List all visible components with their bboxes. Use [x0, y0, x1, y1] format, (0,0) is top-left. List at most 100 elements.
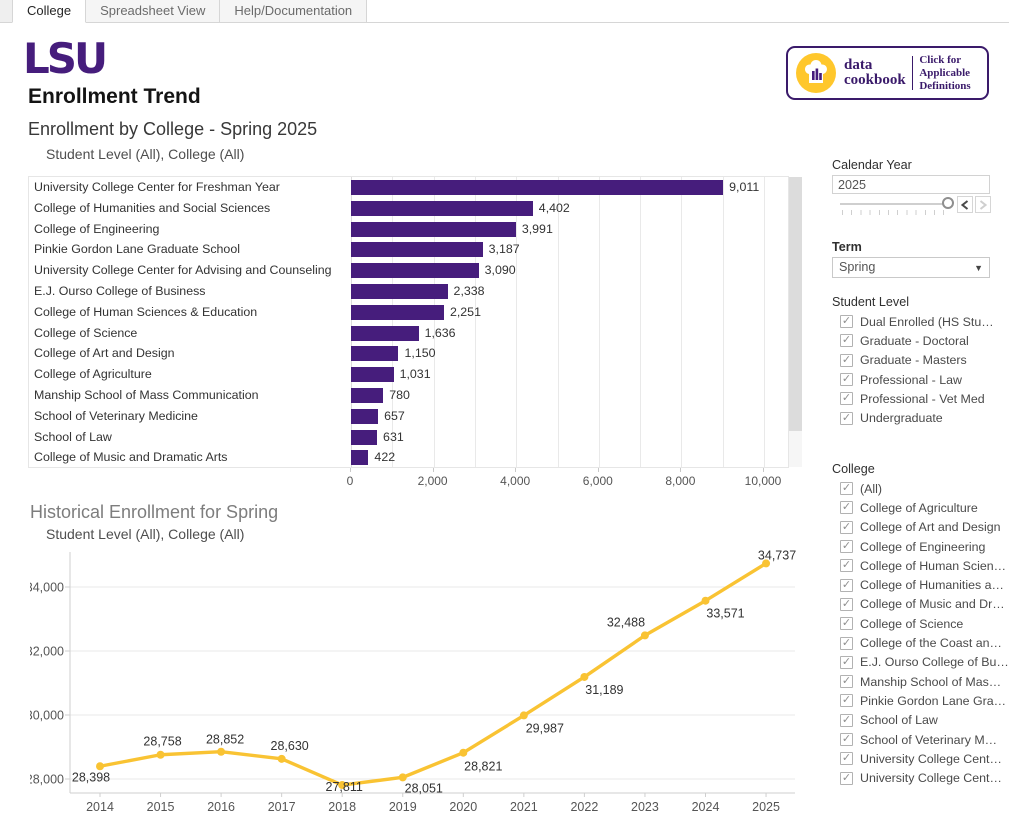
- student-level-option[interactable]: ✓Professional - Law: [832, 370, 1009, 389]
- term-dropdown[interactable]: Spring ▼: [832, 257, 990, 278]
- checkbox-checked-icon[interactable]: ✓: [840, 501, 853, 514]
- data-point[interactable]: [157, 751, 165, 759]
- bar-value-label: 9,011: [729, 177, 759, 198]
- checkbox-checked-icon[interactable]: ✓: [840, 772, 853, 785]
- bar-mark[interactable]: [351, 201, 533, 216]
- dropdown-caret-icon: ▼: [974, 259, 983, 278]
- data-point[interactable]: [96, 762, 104, 770]
- data-point[interactable]: [641, 631, 649, 639]
- data-point-label: 28,051: [405, 781, 443, 795]
- bar-mark[interactable]: [351, 284, 448, 299]
- checkbox-checked-icon[interactable]: ✓: [840, 521, 853, 534]
- data-point[interactable]: [217, 748, 225, 756]
- data-point-label: 31,189: [585, 683, 623, 697]
- data-point[interactable]: [399, 773, 407, 781]
- bar-mark[interactable]: [351, 367, 394, 382]
- x-axis-tick-label: 2016: [207, 800, 235, 814]
- checkbox-checked-icon[interactable]: ✓: [840, 540, 853, 553]
- bar-mark[interactable]: [351, 388, 383, 403]
- bar-mark[interactable]: [351, 242, 483, 257]
- college-option[interactable]: ✓E.J. Ourso College of Bu…: [832, 653, 1009, 672]
- tabs-container: CollegeSpreadsheet ViewHelp/Documentatio…: [13, 0, 367, 22]
- checkbox-checked-icon[interactable]: ✓: [840, 482, 853, 495]
- checkbox-checked-icon[interactable]: ✓: [840, 675, 853, 688]
- checkbox-checked-icon[interactable]: ✓: [840, 334, 853, 347]
- checkbox-checked-icon[interactable]: ✓: [840, 392, 853, 405]
- filter-sidebar: Calendar Year Term Spring ▼ Student Leve…: [830, 0, 1009, 828]
- bar-mark[interactable]: [351, 305, 444, 320]
- checkbox-checked-icon[interactable]: ✓: [840, 656, 853, 669]
- student-level-option[interactable]: ✓Graduate - Doctoral: [832, 331, 1009, 350]
- bar-mark[interactable]: [351, 450, 368, 465]
- checkbox-checked-icon[interactable]: ✓: [840, 373, 853, 386]
- college-option[interactable]: ✓School of Veterinary M…: [832, 730, 1009, 749]
- college-option[interactable]: ✓University College Cent…: [832, 768, 1009, 787]
- checkbox-checked-icon[interactable]: ✓: [840, 579, 853, 592]
- checkbox-checked-icon[interactable]: ✓: [840, 559, 853, 572]
- college-option[interactable]: ✓College of Art and Design: [832, 518, 1009, 537]
- scrollbar-thumb[interactable]: [789, 177, 802, 431]
- bar-value-label: 1,031: [400, 364, 431, 385]
- college-option[interactable]: ✓College of the Coast an…: [832, 633, 1009, 652]
- data-point[interactable]: [520, 711, 528, 719]
- data-point[interactable]: [702, 597, 710, 605]
- checkbox-checked-icon[interactable]: ✓: [840, 637, 853, 650]
- year-slider-handle[interactable]: [942, 197, 954, 209]
- bar-value-label: 2,251: [450, 302, 481, 323]
- college-option[interactable]: ✓College of Agriculture: [832, 498, 1009, 517]
- calendar-year-input[interactable]: [832, 175, 990, 194]
- x-axis-tick-label: 2017: [268, 800, 296, 814]
- checkbox-label: Professional - Vet Med: [860, 392, 985, 406]
- checkbox-checked-icon[interactable]: ✓: [840, 412, 853, 425]
- x-axis-tick-label: 2015: [147, 800, 175, 814]
- bar-mark[interactable]: [351, 430, 377, 445]
- college-option[interactable]: ✓Pinkie Gordon Lane Gra…: [832, 691, 1009, 710]
- college-option[interactable]: ✓ School of Law: [832, 711, 1009, 730]
- bar-mark[interactable]: [351, 326, 419, 341]
- data-point-label: 28,758: [143, 735, 181, 749]
- bar-mark[interactable]: [351, 180, 723, 195]
- data-point-label: 34,737: [758, 548, 796, 562]
- bar-mark[interactable]: [351, 263, 479, 278]
- checkbox-checked-icon[interactable]: ✓: [840, 354, 853, 367]
- bar-mark[interactable]: [351, 409, 378, 424]
- college-option[interactable]: ✓College of Engineering: [832, 537, 1009, 556]
- checkbox-checked-icon[interactable]: ✓: [840, 733, 853, 746]
- college-option[interactable]: ✓(All): [832, 479, 1009, 498]
- college-option[interactable]: ✓University College Cent…: [832, 749, 1009, 768]
- student-level-option[interactable]: ✓Dual Enrolled (HS Stu…: [832, 312, 1009, 331]
- checkbox-checked-icon[interactable]: ✓: [840, 694, 853, 707]
- college-option[interactable]: ✓College of Music and Dr…: [832, 595, 1009, 614]
- year-slider-track[interactable]: [840, 203, 953, 205]
- bar-chart-scrollbar[interactable]: [789, 177, 802, 467]
- checkbox-checked-icon[interactable]: ✓: [840, 315, 853, 328]
- tab-help-documentation[interactable]: Help/Documentation: [220, 0, 367, 22]
- bar-mark[interactable]: [351, 346, 398, 361]
- student-level-option[interactable]: ✓Undergraduate: [832, 408, 1009, 427]
- data-point-label: 32,488: [607, 615, 645, 629]
- data-point[interactable]: [459, 749, 467, 757]
- bar-value-label: 3,090: [485, 260, 516, 281]
- year-prev-button[interactable]: [957, 196, 973, 213]
- college-option[interactable]: ✓College of Humanities a…: [832, 575, 1009, 594]
- checkbox-checked-icon[interactable]: ✓: [840, 752, 853, 765]
- tab-spreadsheet-view[interactable]: Spreadsheet View: [86, 0, 220, 22]
- bar-row: College of Human Sciences & Education2,2…: [29, 302, 788, 323]
- year-next-button[interactable]: [975, 196, 991, 213]
- data-point-label: 27,811: [326, 780, 363, 794]
- checkbox-checked-icon[interactable]: ✓: [840, 598, 853, 611]
- checkbox-label: College of Human Scien…: [860, 559, 1006, 573]
- checkbox-checked-icon[interactable]: ✓: [840, 617, 853, 630]
- checkbox-label: School of Law: [860, 713, 938, 727]
- tab-college[interactable]: College: [12, 0, 86, 23]
- student-level-option[interactable]: ✓Graduate - Masters: [832, 351, 1009, 370]
- student-level-option[interactable]: ✓ Professional - Vet Med: [832, 389, 1009, 408]
- college-option[interactable]: ✓College of Science: [832, 614, 1009, 633]
- bar-mark[interactable]: [351, 222, 516, 237]
- student-level-label: Student Level: [832, 295, 909, 309]
- checkbox-checked-icon[interactable]: ✓: [840, 714, 853, 727]
- college-option[interactable]: ✓ College of Human Scien…: [832, 556, 1009, 575]
- data-point[interactable]: [580, 673, 588, 681]
- data-point[interactable]: [278, 755, 286, 763]
- college-option[interactable]: ✓Manship School of Mas…: [832, 672, 1009, 691]
